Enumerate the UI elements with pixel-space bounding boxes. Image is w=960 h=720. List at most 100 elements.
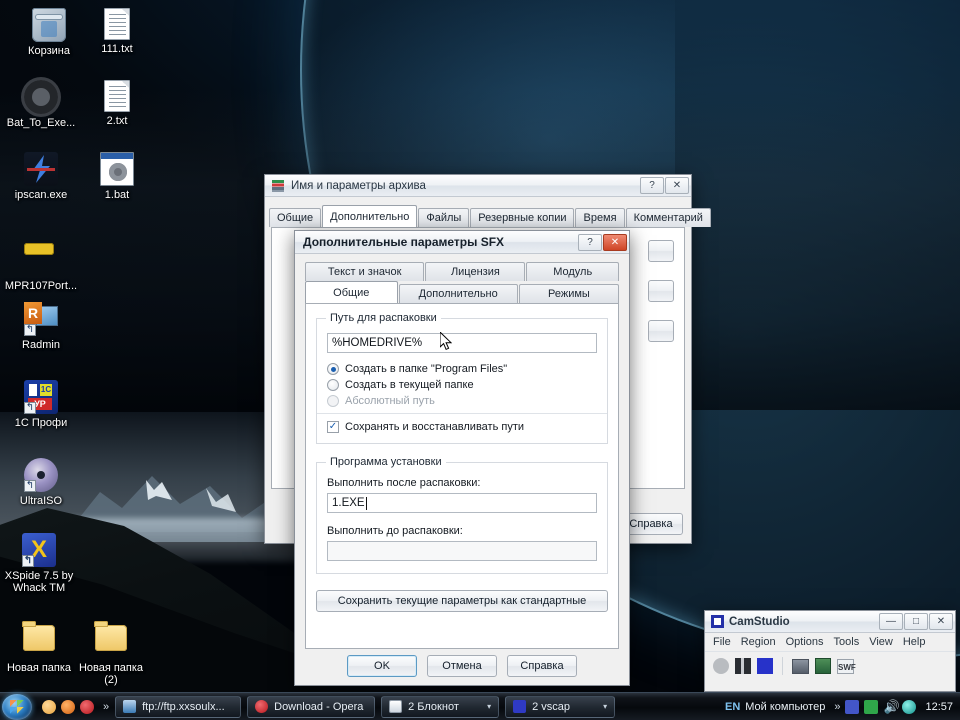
- run-after-label: Выполнить после распаковки:: [327, 477, 481, 489]
- minimize-icon[interactable]: —: [879, 613, 903, 630]
- camstudio-titlebar[interactable]: CamStudio — □ ✕: [705, 611, 955, 633]
- desktop[interactable]: Корзина 111.txt Bat_To_Exe... 2.txt ipsc…: [0, 0, 960, 720]
- run-after-input[interactable]: 1.EXE: [327, 493, 597, 513]
- group-divider: [317, 413, 607, 414]
- archive-window-title: Имя и параметры архива: [291, 179, 426, 192]
- archive-tabstrip[interactable]: Общие Дополнительно Файлы Резервные копи…: [265, 205, 711, 227]
- quick-launch-icon-1[interactable]: [42, 699, 56, 714]
- close-icon[interactable]: ✕: [603, 233, 627, 251]
- quick-launch-bar[interactable]: »: [42, 699, 109, 714]
- checkbox-save-restore-paths[interactable]: ✓ Сохранять и восстанавливать пути: [327, 421, 597, 433]
- desktop-icon-111-txt[interactable]: 111.txt: [78, 8, 156, 55]
- sfx-advanced-parameters-dialog[interactable]: Дополнительные параметры SFX ? ✕ Текст и…: [294, 230, 630, 686]
- sfx-help-button[interactable]: Справка: [507, 655, 577, 677]
- desktop-icon-1-bat[interactable]: 1.bat: [78, 152, 156, 201]
- sfx-tabstrip-row1[interactable]: Текст и значок Лицензия Модуль: [295, 254, 629, 281]
- archive-side-button-2[interactable]: [648, 280, 674, 302]
- desktop-icon-recycle-bin[interactable]: Корзина: [10, 8, 88, 57]
- menu-options[interactable]: Options: [786, 636, 824, 648]
- taskbar-window-label: 2 Блокнот: [408, 700, 459, 713]
- desktop-icon-ipscan[interactable]: ipscan.exe: [2, 152, 80, 201]
- tab-obschie[interactable]: Общие: [269, 208, 322, 227]
- desktop-icon-mpr107port[interactable]: MPR107Port...: [2, 232, 80, 292]
- desktop-icon-xspider[interactable]: X ↰ XSpide 7.5 by Whack TM: [0, 533, 78, 594]
- tray-my-computer-label[interactable]: Мой компьютер: [745, 701, 825, 713]
- tray-icon-volume[interactable]: 🔊: [883, 699, 899, 714]
- extraction-path-input[interactable]: %HOMEDRIVE%: [327, 333, 597, 353]
- chevron-right-icon[interactable]: »: [103, 701, 109, 713]
- save-as-defaults-button[interactable]: Сохранить текущие параметры как стандарт…: [316, 590, 608, 612]
- camstudio-menubar[interactable]: File Region Options Tools View Help: [705, 633, 955, 652]
- tab-dopolnitelno[interactable]: Дополнительно: [398, 284, 518, 303]
- quick-launch-icon-firefox[interactable]: [61, 699, 75, 714]
- desktop-icon-bat-to-exe[interactable]: Bat_To_Exe...: [2, 80, 80, 129]
- desktop-icon-2-txt[interactable]: 2.txt: [78, 80, 156, 127]
- desktop-icon-new-folder-2[interactable]: Новая папка (2): [72, 620, 150, 686]
- player-button[interactable]: [792, 658, 809, 674]
- language-indicator[interactable]: EN: [725, 701, 740, 713]
- tab-modul[interactable]: Модуль: [526, 262, 619, 281]
- desktop-icon-1c-profi[interactable]: 1C УР ↰ 1С Профи: [2, 380, 80, 429]
- start-button[interactable]: [2, 693, 32, 720]
- pause-button[interactable]: [735, 658, 751, 674]
- close-icon[interactable]: ✕: [929, 613, 953, 630]
- close-icon[interactable]: ✕: [665, 177, 689, 194]
- shortcut-arrow-icon: ↰: [24, 480, 36, 492]
- cancel-button[interactable]: Отмена: [427, 655, 497, 677]
- tray-icon-network[interactable]: [902, 699, 917, 714]
- tab-rezhimy[interactable]: Режимы: [518, 284, 619, 303]
- tab-dopolnitelno[interactable]: Дополнительно: [322, 205, 418, 227]
- menu-help[interactable]: Help: [903, 636, 926, 648]
- stop-button[interactable]: [757, 658, 773, 674]
- tab-rezervnye-kopii[interactable]: Резервные копии: [470, 208, 575, 227]
- sfx-dialog-buttons[interactable]: ? ✕: [577, 233, 627, 251]
- archive-side-button-3[interactable]: [648, 320, 674, 342]
- tab-fajly[interactable]: Файлы: [418, 208, 470, 227]
- desktop-icon-ultraiso[interactable]: ↰ UltraISO: [2, 458, 80, 507]
- tab-vremya[interactable]: Время: [575, 208, 625, 227]
- tab-kommentarij[interactable]: Комментарий: [625, 208, 711, 227]
- chevron-down-icon[interactable]: ▾: [603, 702, 607, 711]
- tab-obschie[interactable]: Общие: [305, 281, 398, 303]
- menu-region[interactable]: Region: [741, 636, 776, 648]
- ok-button[interactable]: OK: [347, 655, 417, 677]
- tray-icon-save[interactable]: [864, 699, 879, 714]
- radio-create-in-current-folder[interactable]: Создать в текущей папке: [327, 379, 597, 391]
- taskbar-window-opera[interactable]: Download - Opera: [247, 695, 376, 718]
- tab-tekst-i-znachok[interactable]: Текст и значок: [305, 262, 425, 281]
- desktop-icon-radmin[interactable]: R ↰ Radmin: [2, 302, 80, 351]
- camstudio-window[interactable]: CamStudio — □ ✕ File Region Options Tool…: [704, 610, 956, 692]
- quick-launch-icon-opera[interactable]: [80, 699, 94, 714]
- help-button[interactable]: ?: [640, 177, 664, 194]
- sfx-tabstrip-row2[interactable]: Общие Дополнительно Режимы: [295, 281, 629, 303]
- clock[interactable]: 12:57: [925, 701, 953, 713]
- chevron-down-icon[interactable]: ▾: [487, 702, 491, 711]
- taskbar[interactable]: » ftp://ftp.xxsoulx... Download - Opera …: [0, 692, 960, 720]
- run-before-input[interactable]: [327, 541, 597, 561]
- tray-icon-user[interactable]: [845, 699, 860, 714]
- archive-window-buttons[interactable]: ? ✕: [639, 177, 689, 194]
- camstudio-toolbar[interactable]: SWF: [705, 652, 955, 680]
- avi-button[interactable]: [815, 658, 831, 674]
- taskbar-window-vscap[interactable]: 2 vscap ▾: [505, 695, 616, 718]
- tray-chevron-icon[interactable]: »: [834, 701, 840, 713]
- record-button[interactable]: [713, 658, 729, 674]
- archive-side-button-1[interactable]: [648, 240, 674, 262]
- desktop-icon-new-folder[interactable]: Новая папка: [0, 620, 78, 674]
- tab-licenziya[interactable]: Лицензия: [425, 262, 526, 281]
- help-button[interactable]: ?: [578, 233, 602, 251]
- maximize-icon[interactable]: □: [904, 613, 928, 630]
- swf-button[interactable]: SWF: [837, 658, 856, 674]
- archive-window-titlebar[interactable]: Имя и параметры архива ? ✕: [265, 175, 691, 197]
- taskbar-window-ftp[interactable]: ftp://ftp.xxsoulx...: [115, 695, 242, 718]
- sfx-dialog-titlebar[interactable]: Дополнительные параметры SFX ? ✕: [295, 231, 629, 254]
- key-icon: [24, 243, 58, 277]
- taskbar-window-notepad[interactable]: 2 Блокнот ▾: [381, 695, 500, 718]
- menu-view[interactable]: View: [869, 636, 893, 648]
- sfx-dialog-footer[interactable]: OK Отмена Справка: [295, 655, 629, 677]
- menu-file[interactable]: File: [713, 636, 731, 648]
- menu-tools[interactable]: Tools: [834, 636, 860, 648]
- radio-create-in-program-files[interactable]: Создать в папке "Program Files": [327, 363, 597, 375]
- system-tray[interactable]: EN Мой компьютер » 🔊 12:57: [725, 699, 960, 714]
- camstudio-window-buttons[interactable]: — □ ✕: [878, 613, 953, 630]
